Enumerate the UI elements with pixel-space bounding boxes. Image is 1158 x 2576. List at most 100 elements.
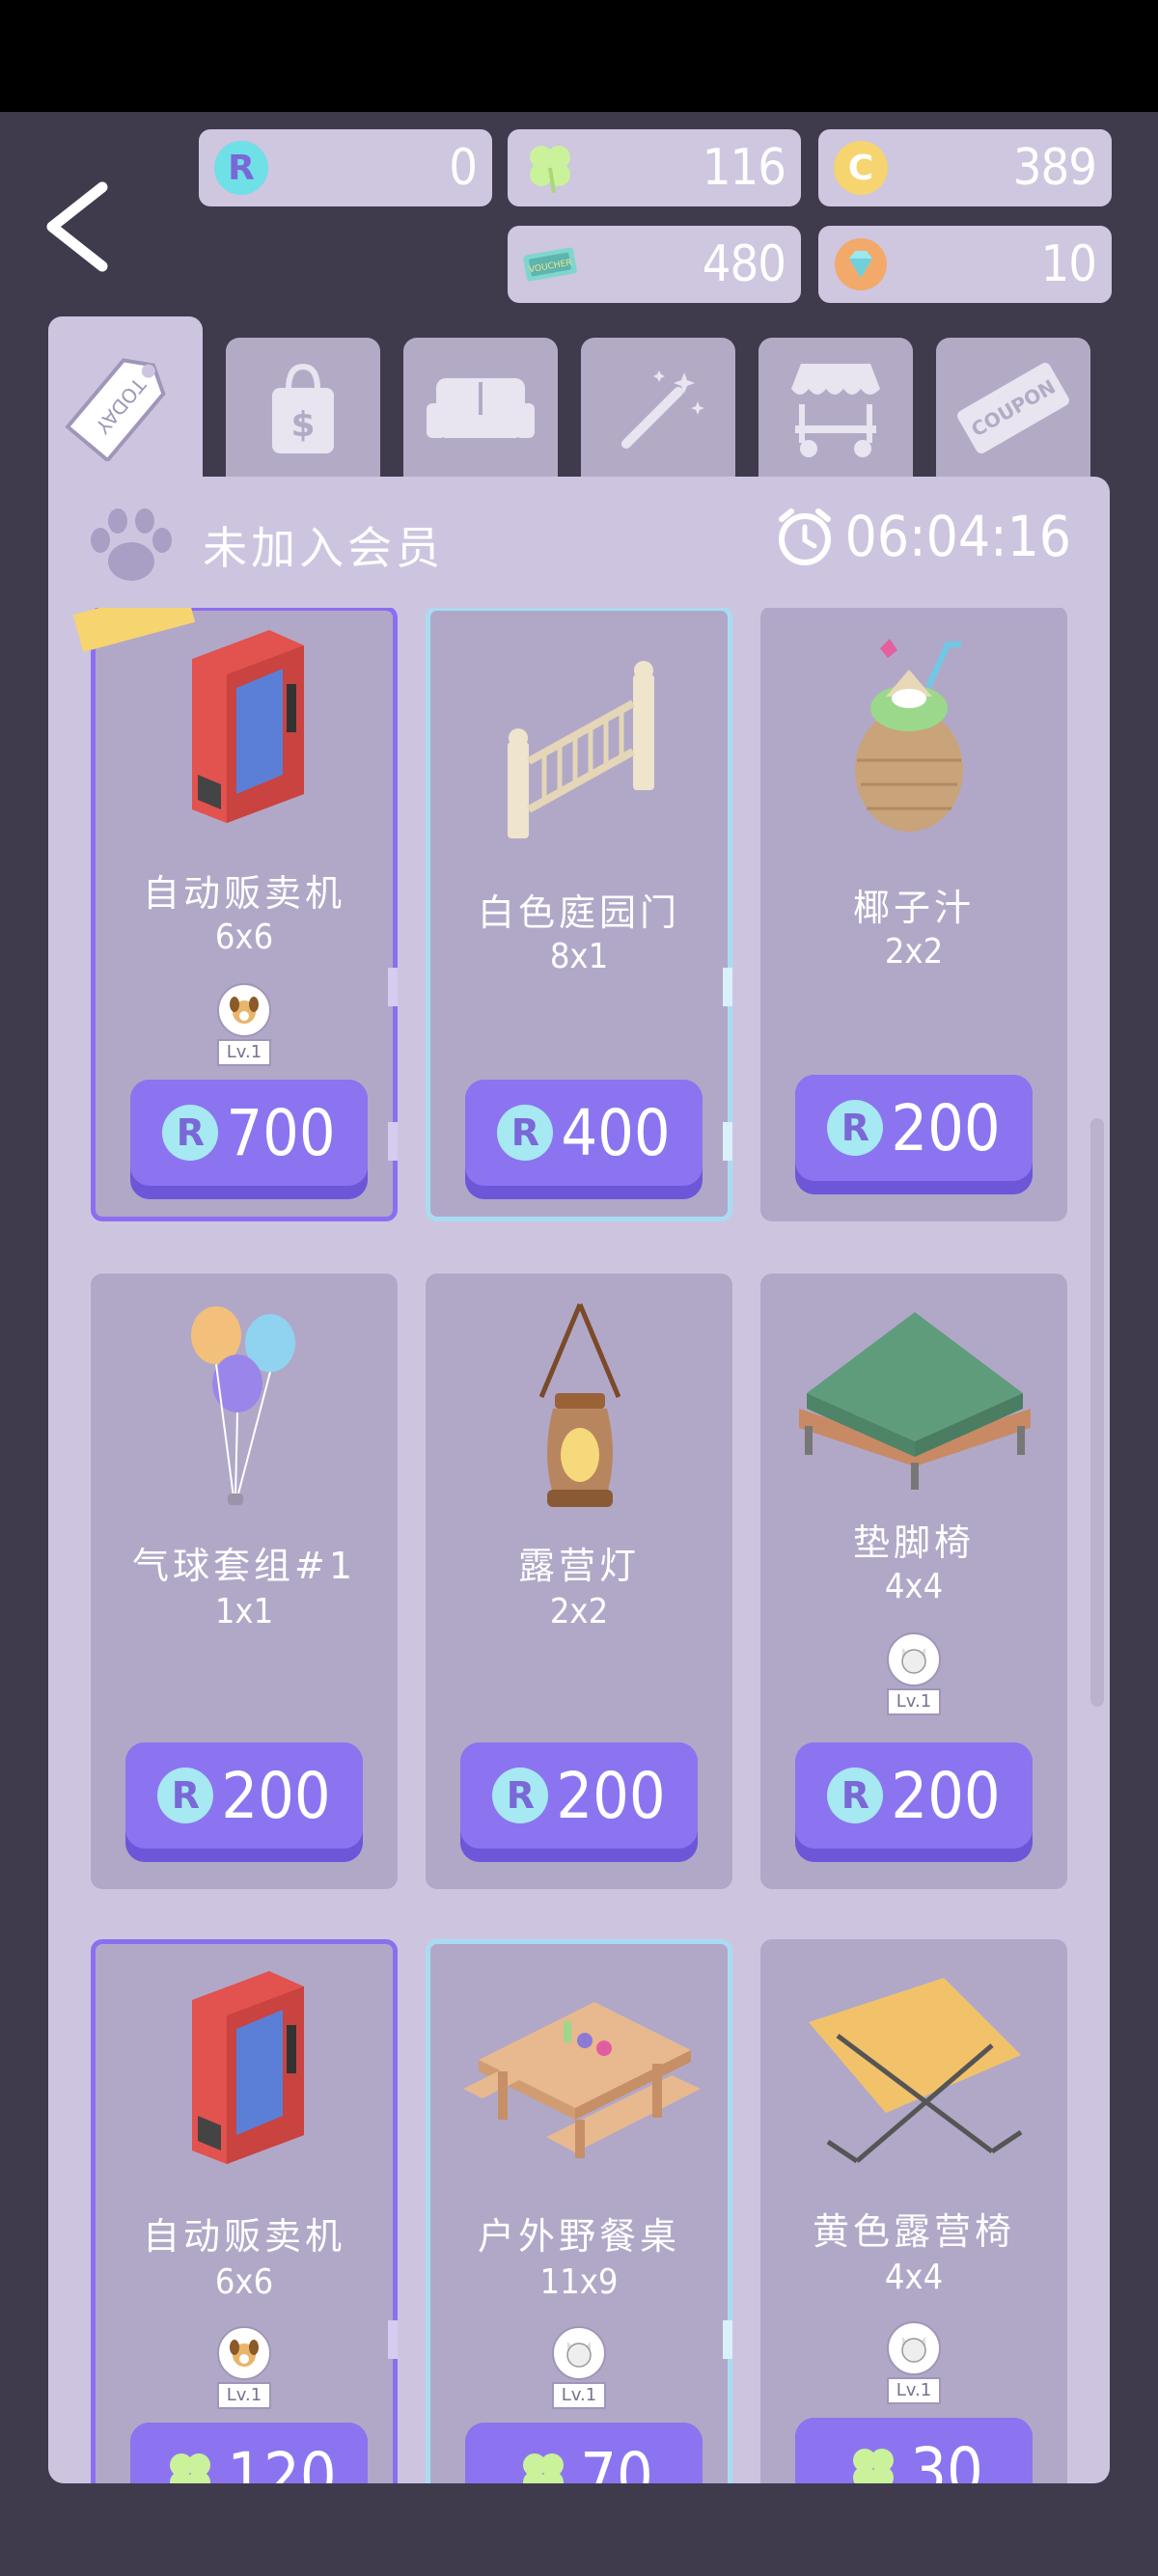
level-badge: Lv.1 — [550, 2326, 608, 2409]
voucher-value: 480 — [702, 235, 786, 293]
item-name: 气球套组#1 — [131, 1545, 357, 1587]
item-name: 黄色露营椅 — [812, 2210, 1015, 2253]
cat-avatar-icon — [552, 2326, 606, 2380]
timer-value: 06:04:16 — [844, 504, 1071, 569]
level-label: Lv.1 — [887, 1688, 941, 1715]
item-name: 自动贩卖机 — [142, 2215, 345, 2258]
svg-text:$: $ — [290, 405, 315, 445]
buy-button[interactable]: R 700 — [130, 1080, 368, 1199]
magic-wand-icon — [621, 370, 704, 449]
tab-furniture[interactable] — [403, 338, 558, 479]
c-coin-value: 389 — [1012, 139, 1097, 197]
tab-stall[interactable] — [758, 338, 913, 479]
clover-icon — [523, 2453, 565, 2483]
dog-avatar-icon — [217, 983, 271, 1037]
price: 200 — [891, 1090, 1001, 1165]
buy-button[interactable]: R 200 — [795, 1075, 1033, 1194]
vending-machine-image — [192, 1971, 304, 2164]
footstool-image — [799, 1312, 1031, 1490]
camping-chair-image — [809, 1978, 1023, 2164]
tab-today[interactable]: TODAY — [48, 316, 203, 480]
today-tag-icon: TODAY — [65, 358, 166, 461]
buy-button[interactable]: R 200 — [460, 1742, 698, 1862]
item-name: 垫脚椅 — [852, 1521, 975, 1564]
picnic-table-image — [463, 2002, 701, 2158]
vending-machine-image — [192, 630, 304, 823]
clover-balance: 116 — [508, 129, 801, 206]
item-name: 自动贩卖机 — [142, 872, 345, 915]
clover-icon — [170, 2453, 211, 2483]
item-size: 11x9 — [539, 2262, 619, 2302]
price: 200 — [891, 1758, 1001, 1833]
tab-coupon[interactable]: COUPON — [936, 338, 1090, 479]
camping-lantern-image — [538, 1303, 621, 1507]
shop-item-card[interactable]: 露营灯 2x2 R 200 — [426, 1274, 732, 1889]
alarm-clock-icon — [778, 508, 831, 565]
r-coin-icon: R — [157, 1768, 214, 1823]
price: 700 — [226, 1095, 336, 1170]
shop-item-card[interactable]: 自动贩卖机 6x6 Lv.1 120 — [91, 1939, 398, 2483]
price: 120 — [227, 2438, 337, 2484]
back-arrow-icon[interactable] — [39, 174, 125, 280]
card-stripe — [388, 2320, 398, 2359]
item-size: 2x2 — [549, 1592, 609, 1631]
c-coin-icon: C — [834, 141, 888, 195]
level-label: Lv.1 — [217, 1039, 271, 1066]
r-coin-icon: R — [492, 1768, 549, 1823]
clover-icon — [853, 2449, 895, 2483]
price: 200 — [221, 1758, 331, 1833]
price: 30 — [910, 2433, 983, 2484]
garden-gate-image — [508, 661, 654, 838]
r-coin-icon: R — [827, 1100, 884, 1156]
buy-button[interactable]: R 200 — [125, 1742, 363, 1862]
coconut-juice-image — [855, 639, 963, 832]
item-size: 8x1 — [549, 937, 609, 976]
item-size: 2x2 — [884, 932, 944, 972]
tab-magic[interactable] — [581, 338, 735, 479]
shop-item-card[interactable]: 气球套组#1 1x1 R 200 — [91, 1274, 398, 1889]
cat-avatar-icon — [887, 1632, 941, 1686]
buy-button[interactable]: 120 — [130, 2423, 368, 2483]
shop-item-card[interactable]: 黄色露营椅 4x4 Lv.1 30 — [760, 1939, 1067, 2483]
paw-icon — [91, 508, 172, 581]
coupon-icon: COUPON — [957, 363, 1069, 453]
item-size: 6x6 — [214, 918, 274, 957]
price: 70 — [580, 2438, 653, 2484]
clover-icon — [530, 146, 570, 194]
card-stripe — [723, 1122, 732, 1161]
dog-avatar-icon — [217, 2326, 271, 2380]
item-grid: 自动贩卖机 6x6 Lv.1 R 700 白色庭园门 8x1 R 400 椰子汁… — [48, 608, 1110, 2483]
shop-item-card[interactable]: 椰子汁 2x2 R 200 — [760, 608, 1067, 1221]
sofa-icon — [427, 378, 535, 438]
price: 200 — [556, 1758, 666, 1833]
buy-button[interactable]: R 400 — [465, 1080, 703, 1199]
shop-item-card[interactable]: 垫脚椅 4x4 Lv.1 R 200 — [760, 1274, 1067, 1889]
level-badge: Lv.1 — [215, 2326, 273, 2409]
diamond-icon — [835, 238, 887, 290]
item-size: 4x4 — [884, 1567, 944, 1606]
shop-item-card[interactable]: 白色庭园门 8x1 R 400 — [426, 608, 732, 1221]
item-size: 6x6 — [214, 2262, 274, 2302]
r-coin-icon: R — [827, 1768, 884, 1823]
buy-button[interactable]: 70 — [465, 2423, 703, 2483]
r-coin-value: 0 — [449, 139, 478, 197]
voucher-icon: VOUCHER — [523, 247, 577, 282]
cat-avatar-icon — [887, 2321, 941, 2375]
level-label: Lv.1 — [552, 2382, 606, 2409]
buy-button[interactable]: 30 — [795, 2418, 1033, 2483]
card-stripe — [388, 1122, 398, 1161]
level-label: Lv.1 — [887, 2377, 941, 2404]
market-stall-icon — [791, 364, 880, 457]
level-badge: Lv.1 — [215, 983, 273, 1066]
countdown-timer: 06:04:16 — [774, 504, 1071, 569]
r-coin-balance: R 0 — [199, 129, 492, 206]
tab-shop-bag[interactable]: $ — [226, 338, 380, 479]
item-size: 4x4 — [884, 2258, 944, 2297]
r-coin-icon: R — [497, 1105, 554, 1161]
r-coin-icon: R — [162, 1105, 219, 1161]
shop-item-card[interactable]: 户外野餐桌 11x9 Lv.1 70 — [426, 1939, 732, 2483]
item-name: 户外野餐桌 — [477, 2215, 680, 2258]
buy-button[interactable]: R 200 — [795, 1742, 1033, 1862]
item-size: 1x1 — [214, 1592, 274, 1631]
shop-item-card[interactable]: 自动贩卖机 6x6 Lv.1 R 700 — [72, 608, 398, 1221]
